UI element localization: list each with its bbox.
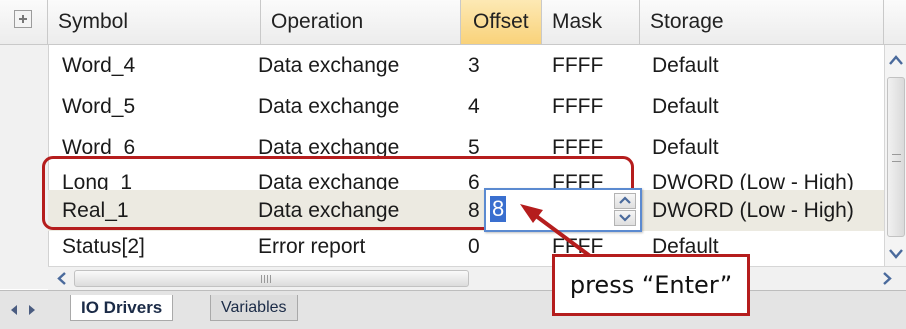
cell-storage[interactable]: Default (652, 86, 719, 127)
tab-next-icon[interactable] (26, 303, 38, 320)
column-header-storage[interactable]: Storage (640, 0, 884, 44)
vertical-scrollbar[interactable] (884, 45, 906, 289)
cell-symbol[interactable]: Status[2] (62, 226, 145, 267)
tab-io-drivers[interactable]: IO Drivers (70, 295, 174, 321)
cell-offset[interactable]: 3 (468, 45, 480, 86)
cell-operation[interactable]: Error report (258, 226, 365, 267)
table-header: Symbol Operation Offset Mask Storage (0, 0, 906, 45)
cell-offset[interactable]: 4 (468, 86, 480, 127)
scroll-right-icon[interactable] (878, 270, 896, 287)
cell-offset[interactable]: 0 (468, 226, 480, 267)
scroll-up-icon[interactable] (887, 51, 905, 71)
cell-storage[interactable]: DWORD (Low - High) (652, 190, 854, 231)
offset-editor-value[interactable]: 8 (490, 196, 507, 222)
table-row[interactable]: Word_5 Data exchange 4 FFFF Default (48, 86, 884, 127)
cell-mask[interactable]: FFFF (552, 45, 603, 86)
column-header-operation[interactable]: Operation (261, 0, 461, 44)
column-header-offset[interactable]: Offset (461, 0, 542, 44)
spin-up-icon[interactable] (614, 193, 636, 209)
column-header-symbol[interactable]: Symbol (48, 0, 261, 44)
table-row[interactable]: Word_4 Data exchange 3 FFFF Default (48, 45, 884, 86)
spin-buttons (614, 193, 636, 227)
tab-prev-icon[interactable] (8, 303, 20, 320)
header-expander-cell[interactable] (0, 0, 48, 44)
spin-down-icon[interactable] (614, 210, 636, 226)
table-row[interactable]: Status[2] Error report 0 FFFF Default (48, 226, 884, 267)
expand-icon[interactable] (14, 10, 32, 28)
press-enter-callout: press “Enter” (552, 254, 750, 316)
cell-symbol[interactable]: Word_4 (62, 45, 135, 86)
cell-mask[interactable]: FFFF (552, 86, 603, 127)
cell-symbol[interactable]: Word_5 (62, 86, 135, 127)
tab-variables[interactable]: Variables (210, 295, 298, 321)
cell-operation[interactable]: Data exchange (258, 86, 399, 127)
column-header-mask[interactable]: Mask (542, 0, 640, 44)
cell-operation[interactable]: Data exchange (258, 45, 399, 86)
horizontal-scroll-thumb[interactable] (74, 270, 469, 287)
vertical-scroll-thumb[interactable] (887, 77, 905, 237)
scroll-down-icon[interactable] (887, 243, 905, 263)
scroll-left-icon[interactable] (54, 270, 70, 287)
cell-storage[interactable]: Default (652, 45, 719, 86)
offset-spin-editor[interactable]: 8 (484, 188, 642, 232)
sheet-tab-bar: IO Drivers Variables (0, 290, 906, 329)
horizontal-scrollbar[interactable] (48, 266, 906, 291)
io-drivers-window: Symbol Operation Offset Mask Storage Wor… (0, 0, 906, 329)
